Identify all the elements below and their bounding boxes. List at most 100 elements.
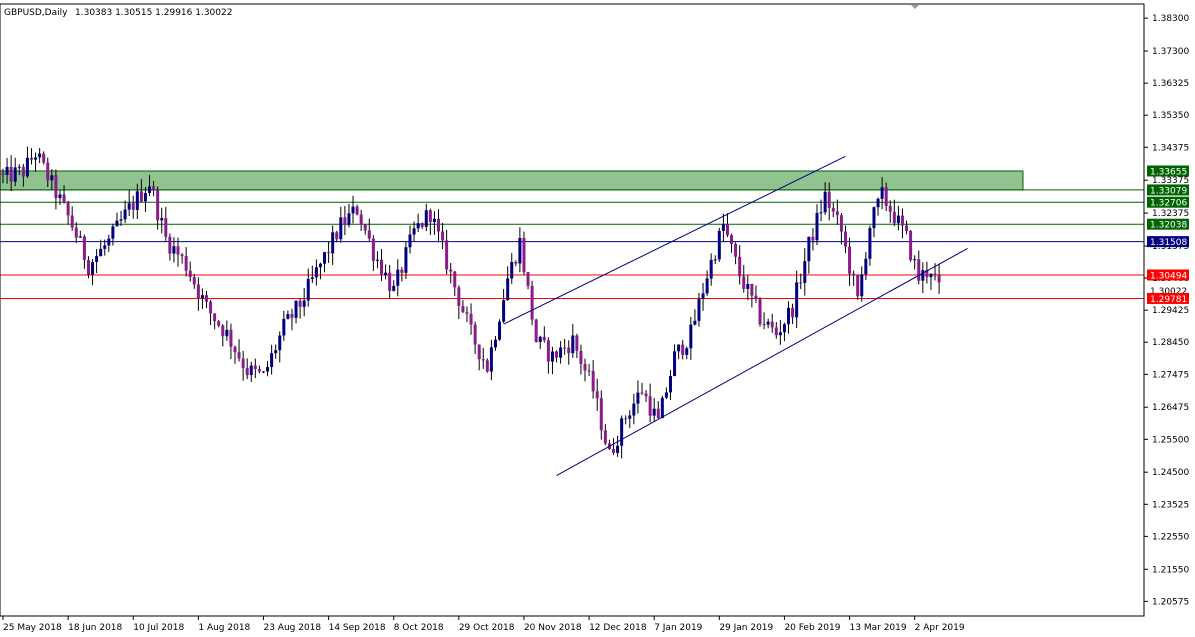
y-tick-label: 1.23525: [1152, 500, 1189, 510]
candle-body: [648, 396, 652, 416]
candle-body: [172, 246, 176, 254]
x-tick-label: 8 Oct 2018: [394, 623, 444, 633]
candle-body: [82, 236, 86, 260]
candle-body: [571, 335, 575, 354]
candle-body: [839, 215, 843, 232]
x-tick-label: 20 Nov 2018: [524, 623, 582, 633]
candle-body: [310, 277, 314, 279]
chart-symbol: GBPUSD,Daily: [4, 8, 68, 18]
price-tag-label: 1.31508: [1150, 238, 1187, 248]
candle-body: [742, 276, 746, 289]
candle-body: [70, 215, 74, 228]
x-tick-label: 25 May 2018: [3, 623, 62, 633]
candle-body: [21, 166, 25, 177]
candle-body: [599, 398, 603, 431]
scroll-marker-icon[interactable]: [911, 5, 919, 9]
x-tick-label: 29 Jan 2019: [719, 623, 773, 633]
candle-body: [660, 397, 664, 419]
candle-body: [465, 312, 469, 314]
candle-body: [709, 259, 713, 279]
y-tick-label: 1.35350: [1152, 111, 1189, 121]
candle-body: [461, 305, 465, 313]
candle-body: [929, 273, 933, 278]
candle-body: [363, 224, 367, 231]
candle-body: [257, 369, 261, 372]
candle-body: [66, 202, 70, 216]
candle-body: [156, 190, 160, 221]
candle-body: [713, 259, 717, 261]
candle-body: [323, 252, 327, 264]
candle-body: [697, 298, 701, 321]
candle-body: [261, 371, 265, 373]
candle-body: [636, 392, 640, 404]
candle-body: [506, 278, 510, 301]
candle-body: [225, 329, 229, 337]
y-tick-label: 1.24500: [1152, 468, 1189, 478]
candle-body: [371, 238, 375, 261]
candle-body: [746, 283, 750, 289]
y-tick-label: 1.26475: [1152, 403, 1189, 413]
candle-body: [46, 162, 50, 181]
x-tick-label: 14 Sep 2018: [329, 623, 386, 633]
candle-body: [286, 314, 290, 319]
candle-body: [347, 213, 351, 225]
candle-body: [819, 212, 823, 214]
candle-body: [612, 449, 615, 453]
price-tag-label: 1.33079: [1150, 186, 1187, 196]
candle-body: [180, 254, 184, 257]
candle-body: [555, 351, 559, 358]
candle-body: [843, 231, 847, 247]
candle-body: [290, 314, 294, 318]
candle-body: [327, 252, 331, 254]
candle-body: [787, 307, 791, 325]
y-tick-label: 1.38300: [1152, 14, 1189, 24]
candle-body: [29, 157, 33, 160]
candle-body: [115, 220, 119, 227]
candle-body: [652, 408, 656, 416]
candle-body: [148, 186, 152, 193]
candle-body: [282, 318, 286, 336]
candle-body: [579, 350, 583, 364]
candle-body: [673, 351, 677, 377]
candle-body: [880, 187, 884, 199]
candle-body: [782, 324, 786, 333]
candle-body: [864, 258, 868, 275]
y-tick-label: 1.28450: [1152, 338, 1189, 348]
candle-body: [188, 270, 192, 278]
x-tick-label: 1 Aug 2018: [198, 623, 250, 633]
candle-body: [453, 271, 457, 288]
candle-body: [632, 403, 636, 416]
candle-body: [730, 235, 734, 244]
candle-body: [933, 273, 937, 276]
candle-body: [384, 272, 388, 276]
candle-body: [583, 363, 587, 371]
candle-body: [534, 319, 538, 343]
candle-body: [400, 269, 404, 273]
candle-body: [160, 218, 164, 221]
candle-body: [815, 212, 819, 241]
candle-body: [164, 218, 168, 237]
candle-body: [872, 207, 876, 229]
x-tick-label: 18 Jun 2018: [68, 623, 122, 633]
candle-body: [518, 237, 522, 264]
candle-body: [721, 224, 725, 231]
x-tick-label: 13 Mar 2019: [850, 623, 907, 633]
candle-body: [827, 191, 831, 208]
candle-body: [432, 218, 436, 223]
candle-body: [803, 261, 807, 283]
price-chart[interactable]: 1.383001.373001.363251.353501.343751.333…: [0, 0, 1195, 637]
time-axis: 25 May 2018 18 Jun 2018 10 Jul 2018 1 Aug 2…: [2, 616, 965, 633]
candle-body: [380, 259, 384, 276]
candle-body: [229, 329, 233, 347]
candle-body: [375, 259, 379, 261]
candle-body: [38, 153, 42, 158]
candle-body: [799, 282, 803, 284]
x-tick-label: 10 Jul 2018: [133, 623, 184, 633]
candle-body: [591, 370, 595, 392]
candle-body: [213, 313, 217, 322]
candle-body: [135, 191, 139, 210]
candle-body: [905, 225, 909, 232]
candle-body: [469, 313, 473, 325]
candle-body: [359, 214, 363, 225]
candle-body: [436, 218, 440, 232]
